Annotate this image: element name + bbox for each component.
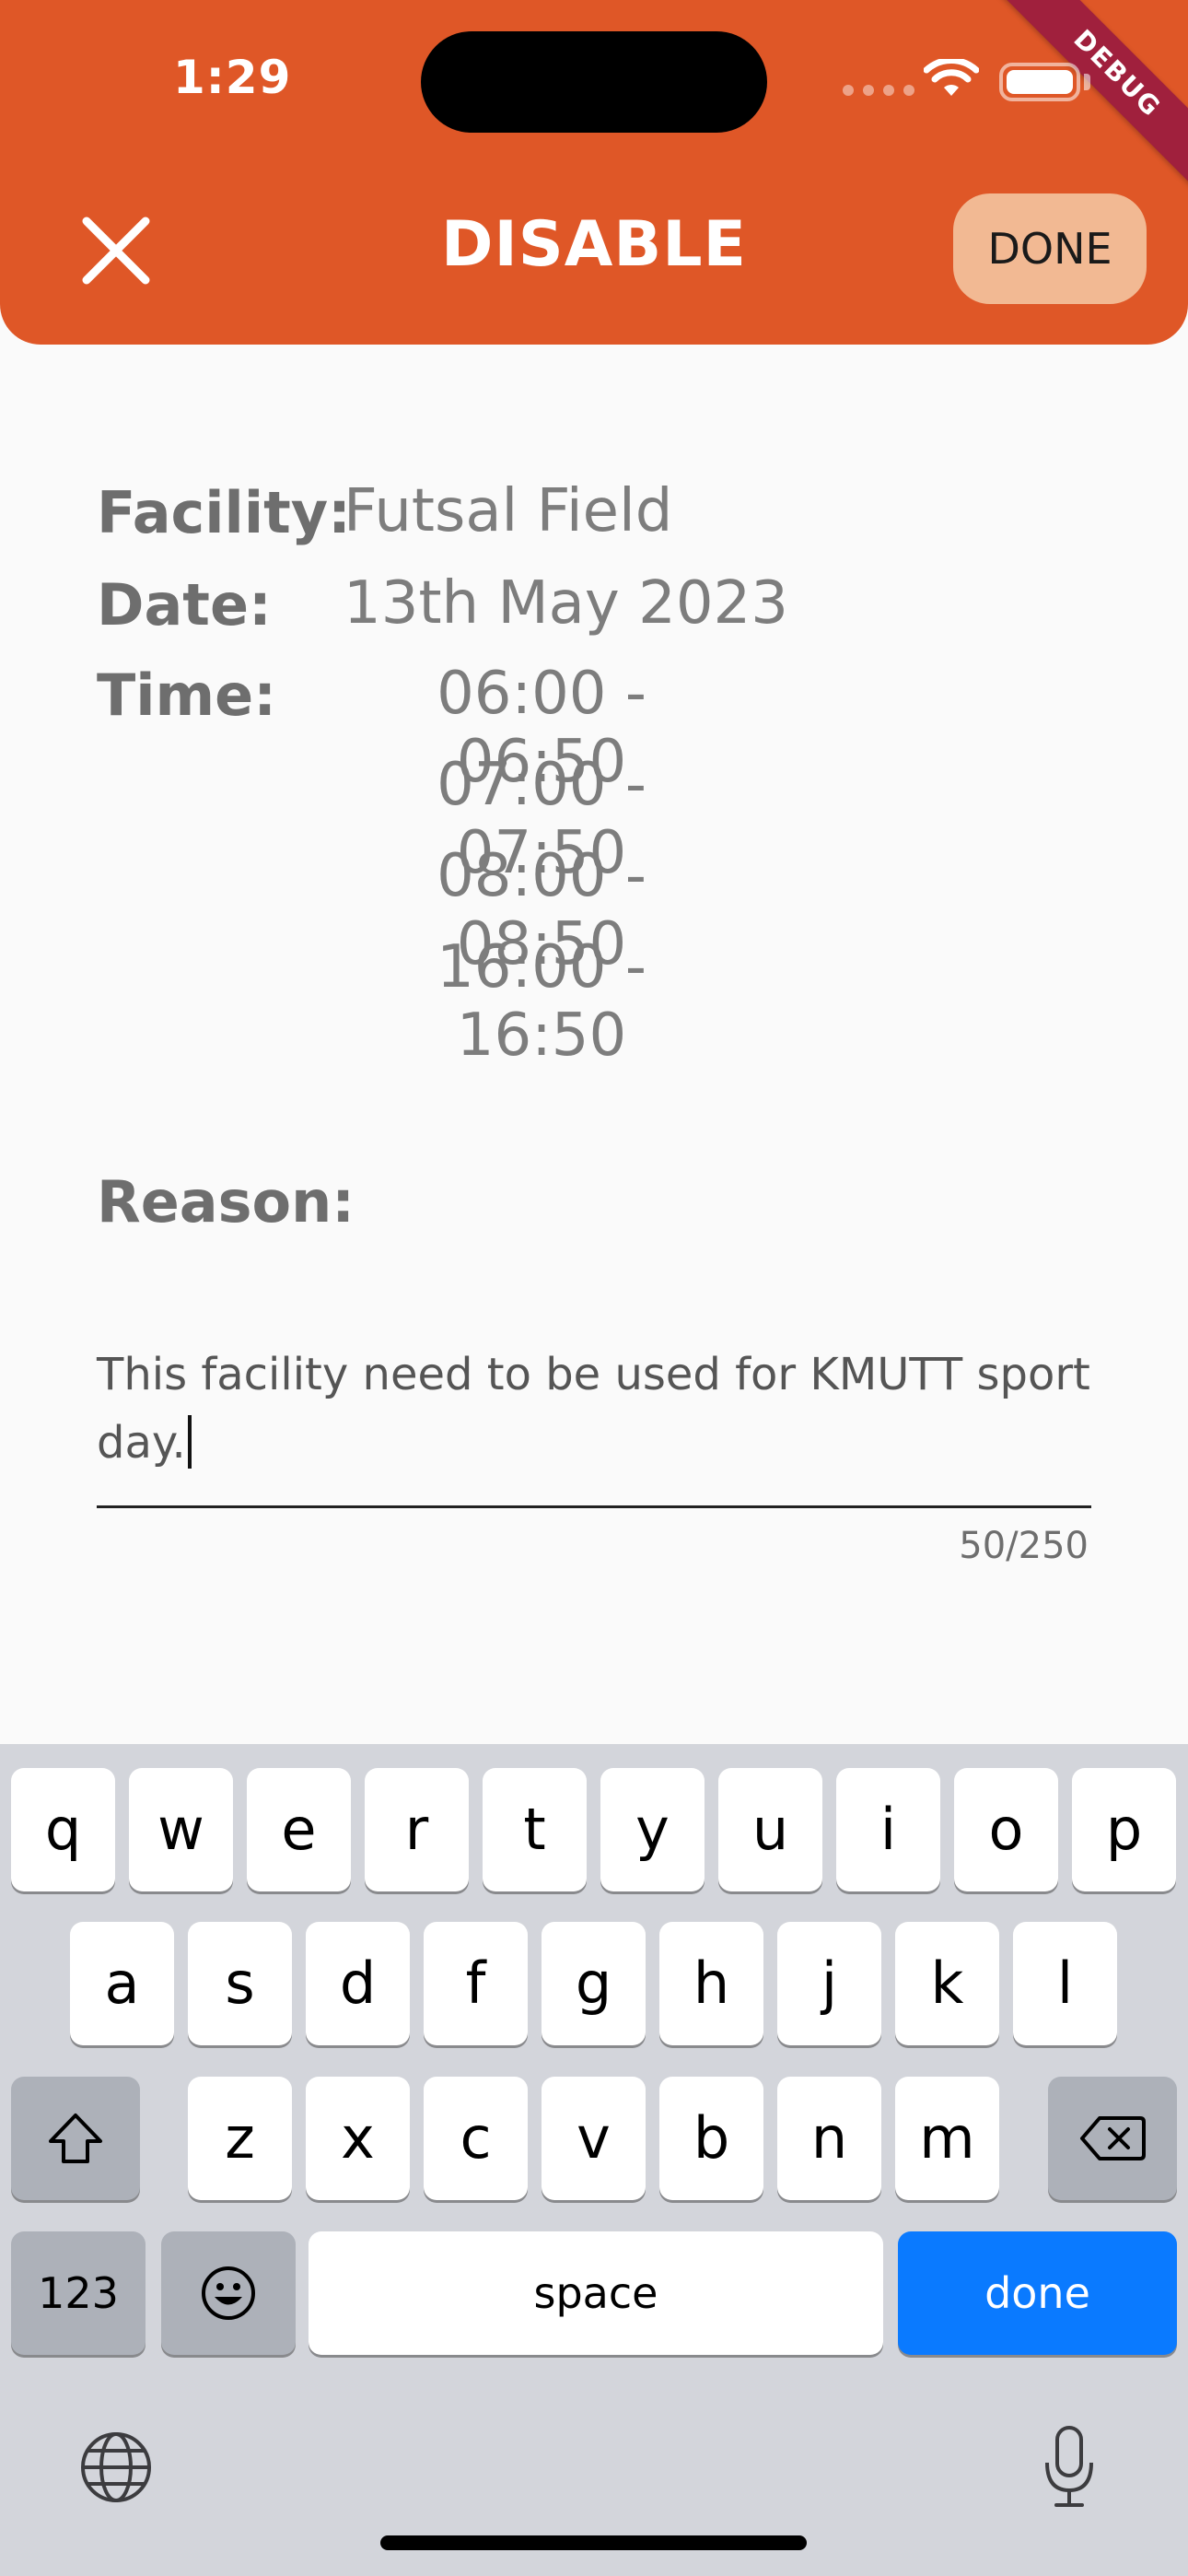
key-z[interactable]: z [188,2077,292,2200]
key-x[interactable]: x [306,2077,410,2200]
globe-icon[interactable] [79,2430,153,2504]
key-c[interactable]: c [424,2077,528,2200]
status-time: 1:29 [173,51,292,104]
backspace-key[interactable] [1048,2077,1177,2200]
key-w[interactable]: w [129,1768,233,1891]
key-h[interactable]: h [659,1922,763,2045]
key-k[interactable]: k [895,1922,999,2045]
character-counter: 50/250 [959,1525,1089,1567]
cellular-signal-icon [843,85,914,96]
facility-label: Facility: [97,479,351,546]
backspace-icon [1080,2116,1146,2160]
reason-label: Reason: [97,1168,355,1235]
key-i[interactable]: i [836,1768,940,1891]
microphone-icon[interactable] [1042,2424,1096,2511]
key-f[interactable]: f [424,1922,528,2045]
key-b[interactable]: b [659,2077,763,2200]
shift-key[interactable] [11,2077,140,2200]
key-p[interactable]: p [1072,1768,1176,1891]
wifi-icon [924,59,979,96]
facility-value: Futsal Field [344,477,673,545]
keyboard-done-key[interactable]: done [898,2231,1177,2355]
key-m[interactable]: m [895,2077,999,2200]
home-indicator[interactable] [380,2535,807,2550]
app-bar: DEBUG 1:29 DISABLE DONE [0,0,1188,345]
reason-input-underline [97,1505,1091,1508]
key-d[interactable]: d [306,1922,410,2045]
emoji-key[interactable] [161,2231,296,2355]
key-a[interactable]: a [70,1922,174,2045]
key-j[interactable]: j [777,1922,881,2045]
done-button[interactable]: DONE [953,193,1147,304]
date-value: 13th May 2023 [344,569,788,638]
date-label: Date: [97,571,272,638]
key-o[interactable]: o [954,1768,1058,1891]
battery-icon [999,63,1080,101]
key-u[interactable]: u [718,1768,822,1891]
key-n[interactable]: n [777,2077,881,2200]
key-r[interactable]: r [365,1768,469,1891]
reason-input-value: This facility need to be used for KMUTT … [97,1349,1090,1469]
space-key[interactable]: space [309,2231,883,2355]
key-s[interactable]: s [188,1922,292,2045]
numbers-key[interactable]: 123 [11,2231,146,2355]
time-slot: 16:00 - 16:50 [437,933,646,1070]
battery-nub [1084,74,1090,90]
key-e[interactable]: e [247,1768,351,1891]
text-cursor [187,1415,192,1469]
key-q[interactable]: q [11,1768,115,1891]
key-l[interactable]: l [1013,1922,1117,2045]
key-t[interactable]: t [483,1768,587,1891]
emoji-icon [202,2266,255,2320]
reason-input[interactable]: This facility need to be used for KMUTT … [97,1341,1091,1477]
on-screen-keyboard: q w e r t y u i o p a s d f g h j k l z … [0,1744,1188,2576]
key-y[interactable]: y [600,1768,705,1891]
dynamic-island [421,31,767,133]
time-label: Time: [97,662,276,729]
key-g[interactable]: g [542,1922,646,2045]
shift-icon [49,2113,102,2163]
key-v[interactable]: v [542,2077,646,2200]
